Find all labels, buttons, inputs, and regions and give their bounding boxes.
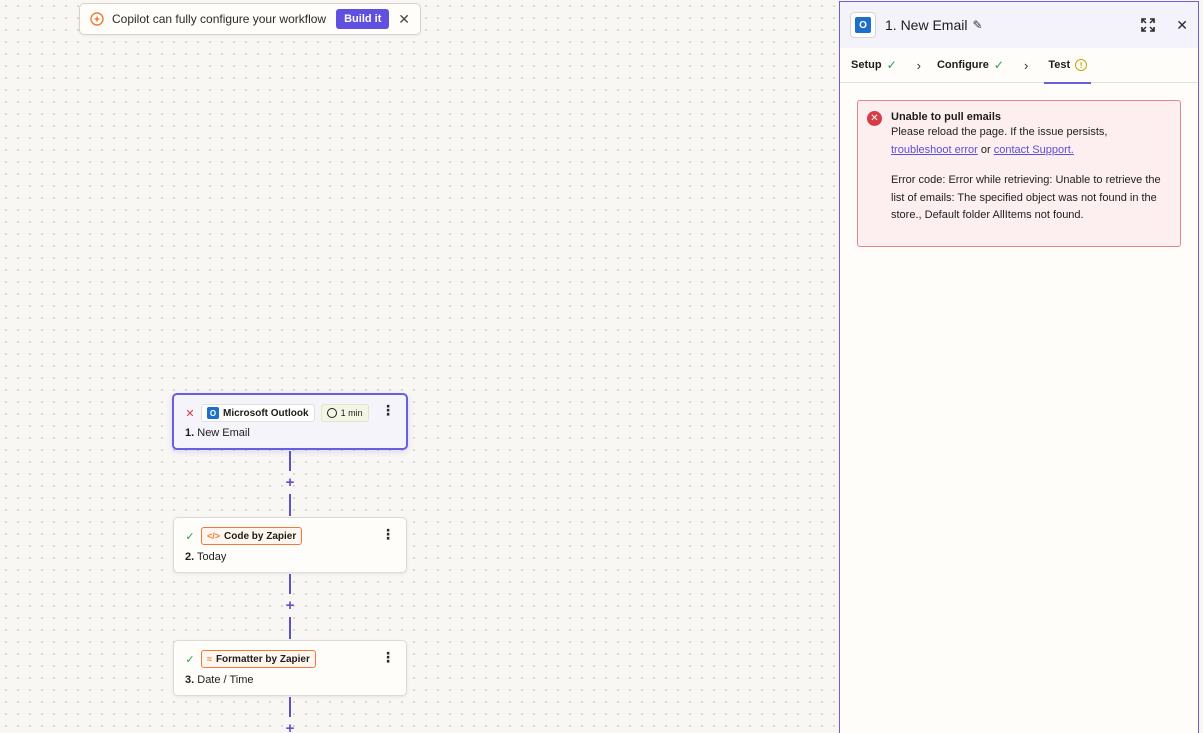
app-name: Code by Zapier xyxy=(224,530,297,542)
connector-line xyxy=(289,574,291,594)
app-pill-outlook: O Microsoft Outlook xyxy=(201,404,315,422)
app-name: Formatter by Zapier xyxy=(215,653,310,665)
copilot-spark-icon xyxy=(90,12,104,26)
formatter-icon: ≈ xyxy=(207,654,212,664)
panel-tabs: Setup ✓ › Configure ✓ › Test! xyxy=(840,48,1198,84)
outlook-icon: O xyxy=(850,12,876,38)
copilot-banner: Copilot can fully configure your workflo… xyxy=(79,3,421,35)
panel-title[interactable]: 1. New Email xyxy=(885,17,967,33)
kebab-menu-icon[interactable]: ⋮ xyxy=(381,527,395,541)
warning-icon: ! xyxy=(1075,59,1088,71)
copilot-banner-text: Copilot can fully configure your workflo… xyxy=(112,12,327,26)
code-icon: </> xyxy=(207,531,221,541)
build-it-button[interactable]: Build it xyxy=(336,9,390,29)
connector-line xyxy=(289,494,291,516)
error-alert: ✕ Unable to pull emails Please reload th… xyxy=(857,100,1181,247)
close-icon[interactable]: ✕ xyxy=(1176,17,1188,34)
step-detail-panel: O 1. New Email ✎ ✕ Setup ✓ › Configure ✓ ›… xyxy=(839,1,1199,733)
error-title: Unable to pull emails xyxy=(891,111,1002,123)
step-title: 1. New Email xyxy=(185,427,250,439)
tab-configure[interactable]: Configure ✓ xyxy=(937,48,1004,83)
pencil-icon[interactable]: ✎ xyxy=(972,18,982,32)
app-pill-formatter: ≈ Formatter by Zapier xyxy=(201,650,316,668)
error-code: Error code: Error while retrieving: Unab… xyxy=(891,174,1161,221)
connector-line xyxy=(289,451,291,471)
tab-setup[interactable]: Setup ✓ xyxy=(851,48,897,83)
step-node-2[interactable]: ✓ </> Code by Zapier 2. Today ⋮ xyxy=(173,517,407,573)
clock-icon xyxy=(326,408,337,418)
troubleshoot-error-link[interactable]: troubleshoot error xyxy=(891,144,978,156)
step-title: 2. Today xyxy=(185,551,227,563)
app-pill-code: </> Code by Zapier xyxy=(201,527,303,545)
expand-icon[interactable] xyxy=(1141,18,1156,32)
step-node-3[interactable]: ✓ ≈ Formatter by Zapier 3. Date / Time ⋮ xyxy=(173,640,407,696)
kebab-menu-icon[interactable]: ⋮ xyxy=(381,650,395,664)
outlook-icon: O xyxy=(207,407,219,419)
plus-icon[interactable]: + xyxy=(283,475,297,490)
close-icon[interactable]: ✕ xyxy=(398,11,410,28)
error-message: Please reload the page. If the issue per… xyxy=(891,126,1108,156)
plus-icon[interactable]: + xyxy=(283,721,297,733)
contact-support-link[interactable]: contact Support. xyxy=(994,144,1074,156)
plus-icon[interactable]: + xyxy=(283,598,297,613)
error-status-icon: ✕ xyxy=(185,407,195,420)
panel-header: O 1. New Email ✎ ✕ xyxy=(840,2,1198,48)
time-label: 1 min xyxy=(340,408,363,418)
connector-line xyxy=(289,617,291,639)
app-name: Microsoft Outlook xyxy=(223,407,309,419)
step-title: 3. Date / Time xyxy=(185,674,254,686)
check-icon: ✓ xyxy=(886,58,897,72)
check-icon: ✓ xyxy=(185,653,195,666)
error-icon: ✕ xyxy=(867,111,882,126)
time-badge: 1 min xyxy=(320,404,369,422)
chevron-right-icon: › xyxy=(916,57,921,73)
check-icon: ✓ xyxy=(993,58,1004,72)
chevron-right-icon: › xyxy=(1023,57,1029,73)
check-icon: ✓ xyxy=(185,530,195,543)
step-node-1[interactable]: ✕ O Microsoft Outlook 1 min 1. New Email… xyxy=(172,393,408,450)
kebab-menu-icon[interactable]: ⋮ xyxy=(381,403,395,417)
connector-line xyxy=(289,697,291,717)
tab-test[interactable]: Test! xyxy=(1044,49,1092,84)
